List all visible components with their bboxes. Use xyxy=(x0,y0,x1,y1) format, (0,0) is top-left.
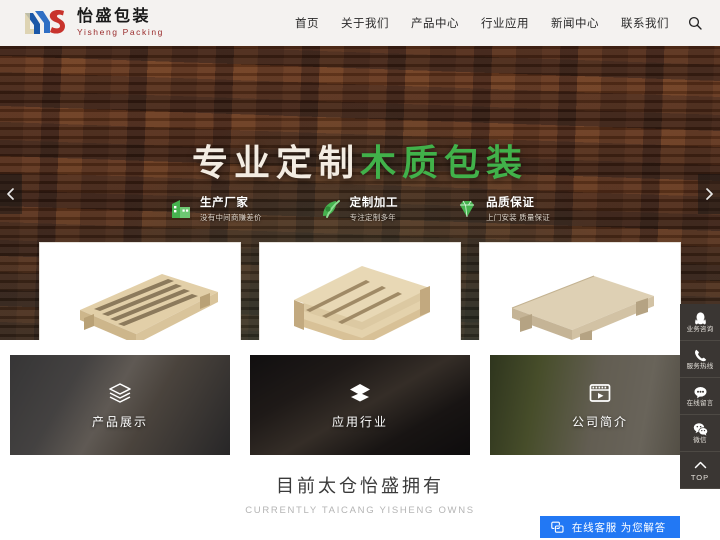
site-header: 怡盛包装 Yisheng Packing 首页 关于我们 产品中心 行业应用 新… xyxy=(0,0,720,46)
message-icon xyxy=(693,385,708,400)
hero-feature-0: 生产厂家 没有中间商赚差价 xyxy=(170,194,262,223)
hero-feature-list: 生产厂家 没有中间商赚差价 定制加工 专注定制多年 品质保证 上门安装 质量保证 xyxy=(0,194,720,223)
hero-feature-2-sub: 上门安装 质量保证 xyxy=(486,213,550,222)
layers-filled-icon xyxy=(347,380,373,406)
factory-icon xyxy=(170,198,192,220)
main-navigation: 首页 关于我们 产品中心 行业应用 新闻中心 联系我们 xyxy=(284,15,702,31)
ys-monogram-icon xyxy=(22,7,68,39)
section-heading-en: CURRENTLY TAICANG YISHENG OWNS xyxy=(245,505,475,516)
hero-feature-2-title: 品质保证 xyxy=(486,197,535,209)
video-play-icon xyxy=(587,380,613,406)
hero-feature-1-sub: 专注定制多年 xyxy=(349,213,396,222)
rail-service-hotline-label: 服务热线 xyxy=(686,362,714,370)
rail-back-to-top[interactable]: TOP xyxy=(680,452,720,489)
phone-icon xyxy=(693,348,708,363)
floating-side-toolbar: 业务咨询 服务热线 在线留言 微信 TOP xyxy=(680,304,720,489)
card-products[interactable]: 产品展示 xyxy=(10,355,230,455)
nav-item-industries[interactable]: 行业应用 xyxy=(470,15,540,31)
chevron-right-icon[interactable] xyxy=(698,174,720,214)
chevron-left-icon[interactable] xyxy=(0,174,22,214)
rail-online-message-label: 在线留言 xyxy=(686,399,714,407)
hero-title-part1: 专业定制 xyxy=(191,142,360,183)
layers-outline-icon xyxy=(107,380,133,406)
site-logo[interactable]: 怡盛包装 Yisheng Packing xyxy=(22,7,164,39)
card-industries[interactable]: 应用行业 xyxy=(250,355,470,455)
hero-title-part2: 木质包装 xyxy=(360,142,529,183)
logo-text-en: Yisheng Packing xyxy=(77,26,165,37)
rail-wechat-label: 微信 xyxy=(693,436,707,444)
hero-feature-1: 定制加工 专注定制多年 xyxy=(320,194,398,223)
rail-service-hotline[interactable]: 服务热线 xyxy=(680,341,720,378)
card-industries-label: 应用行业 xyxy=(331,415,388,429)
custom-craft-icon xyxy=(320,198,342,220)
logo-text-cn: 怡盛包装 xyxy=(77,8,152,26)
rail-online-message[interactable]: 在线留言 xyxy=(680,378,720,415)
feature-cards-row: 产品展示 应用行业 公司简介 xyxy=(0,355,720,455)
rail-wechat[interactable]: 微信 xyxy=(680,415,720,452)
hero-feature-0-title: 生产厂家 xyxy=(200,197,249,209)
hero-title: 专业定制木质包装 xyxy=(0,134,720,186)
card-products-label: 产品展示 xyxy=(91,415,148,429)
section-heading: 目前太仓怡盛拥有 CURRENTLY TAICANG YISHENG OWNS xyxy=(0,472,720,516)
hero-feature-1-title: 定制加工 xyxy=(349,197,399,209)
online-service-chat-widget[interactable]: 在线客服 为您解答 xyxy=(539,516,680,538)
chat-bubbles-icon xyxy=(551,521,564,534)
wechat-icon xyxy=(693,422,708,437)
chevron-up-icon xyxy=(693,458,708,473)
diamond-icon xyxy=(456,198,478,220)
rail-business-consult-label: 业务咨询 xyxy=(686,325,714,333)
hero-product-gallery xyxy=(0,242,720,340)
hero-product-3[interactable] xyxy=(479,242,681,340)
hero-banner: 专业定制木质包装 生产厂家 没有中间商赚差价 定制加工 专注定制多年 品质保证 … xyxy=(0,46,720,340)
card-company-label: 公司简介 xyxy=(571,415,628,429)
nav-item-home[interactable]: 首页 xyxy=(284,15,330,31)
hero-product-1[interactable] xyxy=(39,242,241,340)
rail-back-to-top-label: TOP xyxy=(690,473,710,483)
hero-feature-0-sub: 没有中间商赚差价 xyxy=(200,213,262,222)
section-heading-cn: 目前太仓怡盛拥有 xyxy=(276,476,444,496)
card-company[interactable]: 公司简介 xyxy=(490,355,710,455)
qq-penguin-icon xyxy=(693,311,708,326)
search-icon[interactable] xyxy=(680,16,702,30)
nav-item-products[interactable]: 产品中心 xyxy=(400,15,470,31)
hero-product-2[interactable] xyxy=(259,242,461,340)
nav-item-about[interactable]: 关于我们 xyxy=(330,15,400,31)
nav-item-news[interactable]: 新闻中心 xyxy=(540,15,610,31)
nav-item-contact[interactable]: 联系我们 xyxy=(610,15,680,31)
hero-feature-2: 品质保证 上门安装 质量保证 xyxy=(456,194,550,223)
chat-widget-label: 在线客服 为您解答 xyxy=(571,521,666,534)
rail-business-consult[interactable]: 业务咨询 xyxy=(680,304,720,341)
